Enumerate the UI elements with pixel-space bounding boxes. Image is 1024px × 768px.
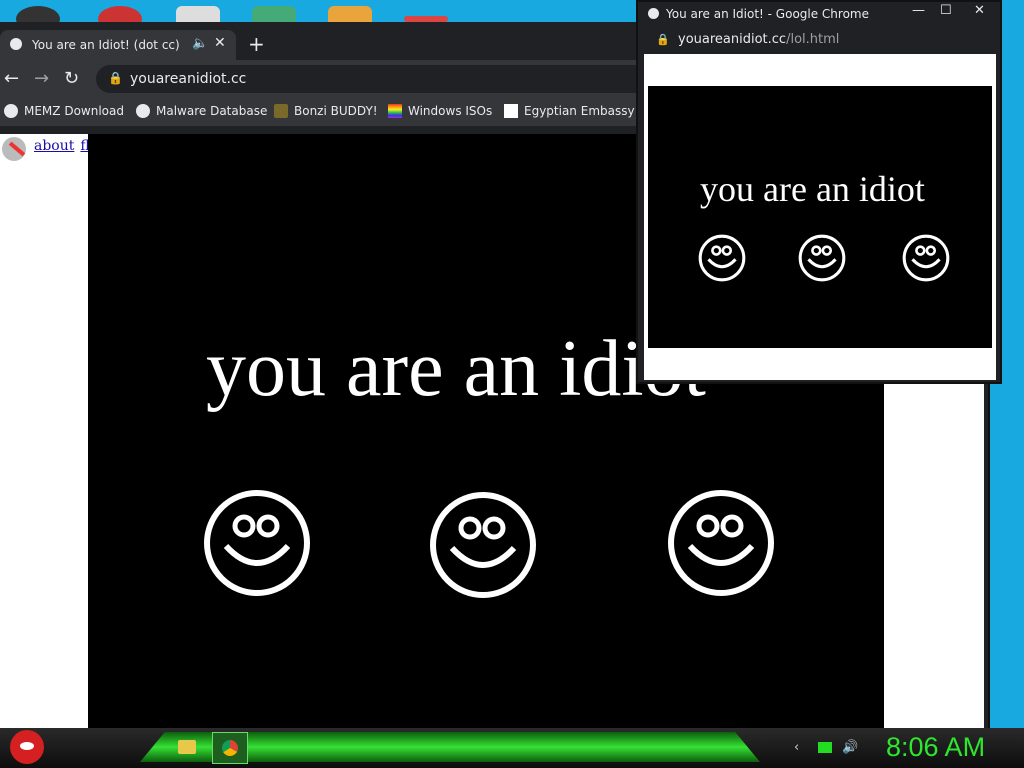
taskbar: ‹ 🔊 8:06 AM	[0, 728, 1024, 768]
bookmark-item[interactable]: Malware Database	[136, 104, 267, 118]
taskbar-clock[interactable]: 8:06 AM	[886, 732, 985, 763]
address-bar[interactable]: 🔒 youareanidiot.cc	[96, 65, 656, 93]
popup-title: You are an Idiot! - Google Chrome	[666, 7, 869, 21]
volume-icon[interactable]: 🔊	[842, 740, 858, 755]
back-icon[interactable]: ←	[4, 68, 19, 89]
smiley-icon	[668, 490, 774, 596]
smiley-icon	[430, 492, 536, 598]
smiley-icon	[902, 234, 950, 282]
popup-address-bar[interactable]: 🔒 youareanidiot.cc/lol.html	[638, 26, 1000, 54]
angry-bird-start-icon[interactable]	[10, 730, 44, 764]
globe-icon	[136, 104, 150, 118]
lock-icon: 🔒	[108, 71, 123, 85]
popup-browser-window[interactable]: You are an Idiot! - Google Chrome — ☐ ✕ …	[636, 0, 1002, 384]
lock-icon: 🔒	[656, 33, 670, 46]
about-link[interactable]: about	[34, 138, 74, 154]
smiley-favicon-icon	[648, 8, 659, 19]
rainbow-flag-icon	[388, 104, 402, 118]
popup-page-content: you are an idiot	[644, 54, 996, 380]
bookmark-item[interactable]: Bonzi BUDDY!	[274, 104, 378, 118]
address-url: youareanidiot.cc	[130, 71, 247, 87]
minimize-button[interactable]: —	[912, 3, 925, 18]
new-tab-icon[interactable]: +	[248, 32, 265, 56]
chrome-icon	[222, 740, 238, 756]
globe-icon	[4, 104, 18, 118]
bonzi-icon	[274, 104, 288, 118]
wix-icon	[504, 104, 518, 118]
close-icon[interactable]: ✕	[214, 35, 226, 51]
popup-url: youareanidiot.cc/lol.html	[678, 32, 840, 47]
bookmark-item[interactable]: Windows ISOs	[388, 104, 492, 118]
popup-idiot-panel: you are an idiot	[648, 86, 992, 348]
chrome-taskbar-button[interactable]	[212, 732, 248, 764]
forward-icon[interactable]: →	[34, 68, 49, 89]
bookmark-item[interactable]: MEMZ Download	[4, 104, 124, 118]
headline: you are an idiot	[206, 325, 706, 413]
tab-title: You are an Idiot! (dot cc)	[32, 38, 180, 52]
smiley-icon	[798, 234, 846, 282]
folder-icon[interactable]	[178, 740, 196, 754]
speaker-icon[interactable]: 🔈	[192, 36, 208, 51]
smiley-favicon-icon	[10, 38, 22, 50]
smiley-icon	[204, 490, 310, 596]
popup-headline: you are an idiot	[700, 169, 925, 209]
maximize-button[interactable]: ☐	[940, 3, 952, 18]
network-icon[interactable]	[818, 742, 832, 753]
reload-icon[interactable]: ↻	[64, 68, 79, 89]
muted-speaker-icon[interactable]	[2, 137, 26, 161]
tab-active[interactable]: You are an Idiot! (dot cc) 🔈 ✕	[0, 30, 236, 60]
popup-title-bar[interactable]: You are an Idiot! - Google Chrome — ☐ ✕	[638, 2, 1000, 26]
smiley-icon	[698, 234, 746, 282]
close-button[interactable]: ✕	[974, 3, 985, 18]
bookmark-item[interactable]: Egyptian Embassy	[504, 104, 635, 118]
tray-arrow-icon[interactable]: ‹	[794, 740, 799, 755]
